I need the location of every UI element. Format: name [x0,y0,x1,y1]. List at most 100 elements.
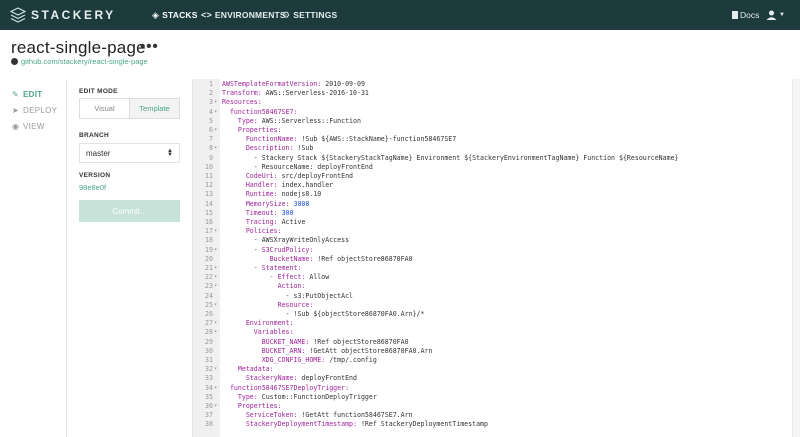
version-value[interactable]: 98e8e0f [79,183,106,192]
line-number: 20 [205,254,213,263]
send-icon: ➤ [12,105,20,115]
code-text: function58467SE7DeployTrigger: [222,384,349,393]
side-nav-deploy-label: DEPLOY [23,105,58,115]
repo-link[interactable]: github.com/stackery/react-single-page [11,57,148,66]
fold-toggle-icon[interactable]: ▾ [214,264,220,273]
nav-environments[interactable]: <> ENVIRONMENTS [201,0,286,30]
brand-name: STACKERY [31,8,116,22]
yaml-key: Type: [237,116,258,125]
more-options-icon[interactable]: ••• [140,38,159,55]
fold-toggle-icon[interactable]: ▾ [214,282,220,291]
code-text: Resource: [222,301,314,310]
nav-settings[interactable]: ⚙ SETTINGS [282,0,337,30]
line-number: 34 [205,383,213,392]
code-line: 4 ▾ function58467SE7: [193,108,792,117]
fold-toggle-icon[interactable]: ▾ [214,365,220,374]
line-number: 24 [205,291,213,300]
code-text: Type: Custom::FunctionDeployTrigger [222,393,377,402]
line-number: 36 [205,402,213,410]
line-number: 18 [205,236,213,245]
fold-toggle-icon[interactable]: ▾ [214,402,220,411]
yaml-key: Metadata: [237,365,274,374]
yaml-key: BUCKET_ARN: [261,346,306,355]
nav-stacks[interactable]: ◈ STACKS [152,0,198,30]
line-number: 12 [205,181,213,190]
yaml-value: !Sub [293,144,314,153]
code-line: 35 Type: Custom::FunctionDeployTrigger [193,393,792,402]
fold-toggle-icon[interactable]: ▾ [214,108,220,117]
yaml-key: Transform: [222,89,262,98]
branch-select[interactable]: master ▲ ▼ [79,143,180,163]
fold-toggle-icon[interactable]: ▾ [214,126,220,135]
branch-select-value: master [86,148,111,158]
yaml-key: Environment: [245,319,294,328]
code-line: 33 StackeryName: deployFrontEnd [193,374,792,383]
fold-toggle-icon[interactable]: ▾ [214,273,220,282]
side-nav-edit[interactable]: ✎ EDIT [12,86,57,102]
yaml-value: - ResourceName: deployFrontEnd [253,162,373,171]
code-text: Type: AWS::Serverless::Function [222,117,361,126]
fold-toggle-icon[interactable]: ▾ [214,227,220,236]
top-nav: STACKERY ◈ STACKS <> ENVIRONMENTS ⚙ SETT… [0,0,800,30]
fold-toggle-icon[interactable]: ▾ [214,98,220,107]
yaml-value: - !Sub ${objectStore86870FA0.Arn}/* [285,310,425,318]
code-line: 28 ▾ Variables: [193,328,792,337]
code-line: 38 StackeryDeploymentTimestamp: !Ref Sta… [193,420,792,429]
yaml-value: - AWSXrayWriteOnlyAccess [253,236,350,245]
code-text: Description: !Sub [222,144,314,153]
yaml-key: function58467SE7DeployTrigger: [229,383,350,392]
code-line: 20 BucketName: !Ref objectStore86870FA0 [193,255,792,264]
edit-mode-toggle: Visual Template [79,98,180,119]
line-number: 2 [209,89,213,98]
yaml-value: Custom::FunctionDeployTrigger [257,392,377,401]
side-nav-view[interactable]: ◉ VIEW [12,118,57,134]
code-editor[interactable]: 1 AWSTemplateFormatVersion: 2010-09-09 2 Tr… [192,79,792,437]
code-line: 14 MemorySize: 3008 [193,200,792,209]
code-text: Resources: [222,98,262,107]
user-menu[interactable]: ▼ [766,0,785,30]
line-number: 8 [209,144,213,153]
code-line: 34 ▾ function58467SE7DeployTrigger: [193,384,792,393]
line-number: 23 [205,282,213,291]
code-text: - s3:PutObjectAcl [222,292,354,301]
commit-button[interactable]: Commit... [79,200,180,222]
side-nav-deploy[interactable]: ➤ DEPLOY [12,102,57,118]
yaml-value: Allow [305,273,330,282]
code-brackets-icon: <> [201,10,212,20]
code-text: - S3CrudPolicy: [222,246,314,255]
code-line: 12 Handler: index.handler [193,181,792,190]
code-line: 5 Type: AWS::Serverless::Function [193,117,792,126]
pencil-icon: ✎ [12,89,20,99]
fold-toggle-icon[interactable]: ▾ [214,301,220,310]
nav-settings-label: SETTINGS [293,10,338,20]
code-text: BUCKET_NAME: !Ref objectStore86870FA0 [222,338,409,347]
fold-toggle-icon[interactable]: ▾ [214,319,220,328]
yaml-value: src/deployFrontEnd [277,172,354,180]
code-line: 1 AWSTemplateFormatVersion: 2010-09-09 [193,80,792,89]
fold-toggle-icon[interactable]: ▾ [214,246,220,255]
code-text: - !Sub ${objectStore86870FA0.Arn}/* [222,310,425,319]
code-text: AWSTemplateFormatVersion: 2010-09-09 [222,80,365,89]
brand-logo[interactable]: STACKERY [10,6,116,24]
nav-docs[interactable]: Docs [732,0,759,30]
line-number: 6 [209,126,213,134]
code-text: MemorySize: 3008 [222,200,310,209]
mode-template-button[interactable]: Template [129,99,179,118]
code-text: ServiceToken: !GetAtt function58467SE7.A… [222,411,413,420]
fold-toggle-icon[interactable]: ▾ [214,144,220,153]
code-text: Timeout: 300 [222,209,294,218]
divider [66,80,67,437]
line-number: 21 [205,264,213,272]
side-nav-view-label: VIEW [23,121,45,131]
yaml-key: CodeUri: [245,172,278,180]
yaml-value: /tmp/.config [325,356,377,364]
line-number: 14 [205,199,213,208]
line-number: 29 [205,337,213,346]
fold-toggle-icon[interactable]: ▾ [214,384,220,393]
editor-scrollbar[interactable] [792,79,800,437]
code-text: - Stackery Stack ${StackeryStackTagName}… [222,154,679,163]
line-number: 22 [205,273,213,282]
page-title: react-single-page [11,38,146,57]
fold-toggle-icon[interactable]: ▾ [214,328,220,337]
mode-visual-button[interactable]: Visual [80,99,129,118]
